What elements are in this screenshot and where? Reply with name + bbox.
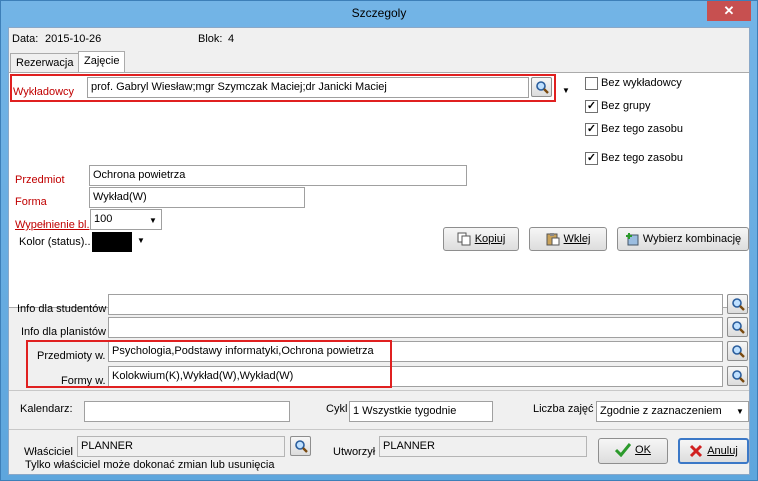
bez-tego-zasobu-2-checkbox[interactable]: ✓ bbox=[585, 152, 598, 165]
wybierz-kombinacje-button[interactable]: Wybierz kombinację bbox=[617, 227, 749, 251]
przedmioty-lookup-button[interactable] bbox=[727, 341, 748, 361]
tab-rezerwacja[interactable]: Rezerwacja bbox=[10, 53, 80, 73]
info-planistow-lookup-button[interactable] bbox=[727, 317, 748, 337]
liczba-zajec-select[interactable]: Zgodnie z zaznaczeniem bbox=[596, 401, 749, 422]
wlasciciel-lookup-button[interactable] bbox=[290, 436, 311, 456]
bez-grupy-label: Bez grupy bbox=[601, 100, 651, 112]
forma-field[interactable]: Wykład(W) bbox=[89, 187, 305, 208]
bez-wykladowcy-checkbox[interactable] bbox=[585, 77, 598, 90]
bez-tego-zasobu-label: Bez tego zasobu bbox=[601, 123, 683, 135]
kalendarz-label: Kalendarz: bbox=[20, 403, 73, 415]
cykl-field[interactable]: 1 Wszystkie tygodnie bbox=[349, 401, 493, 422]
wklej-label: Wklej bbox=[563, 233, 591, 245]
magnifier-icon bbox=[732, 321, 745, 334]
formy-lookup-button[interactable] bbox=[727, 366, 748, 386]
dialog-window: Szczegoly ✕ Data: 2015-10-26 Blok: 4 Rez… bbox=[0, 0, 758, 481]
ok-button[interactable]: OK bbox=[598, 438, 668, 464]
dialog-body: Data: 2015-10-26 Blok: 4 Rezerwacja Zaję… bbox=[8, 27, 750, 475]
chevron-down-icon[interactable]: ▼ bbox=[562, 86, 570, 95]
wlasciciel-field[interactable]: PLANNER bbox=[77, 436, 285, 457]
check-icon: ✓ bbox=[586, 100, 597, 112]
tab-panel-zajecie: Wykładowcy prof. Gabryl Wiesław;mgr Szym… bbox=[9, 72, 749, 308]
kopiuj-button[interactable]: Kopiuj bbox=[443, 227, 519, 251]
magnifier-icon bbox=[732, 298, 745, 311]
title-bar: Szczegoly ✕ bbox=[1, 1, 757, 27]
magnifier-icon bbox=[295, 440, 308, 453]
wlasciciel-label: Właściciel bbox=[24, 446, 73, 458]
anuluj-button[interactable]: Anuluj bbox=[678, 438, 749, 464]
divider bbox=[9, 390, 749, 391]
data-label: Data: bbox=[12, 33, 39, 45]
bez-tego-zasobu-2-label: Bez tego zasobu bbox=[601, 152, 683, 164]
copy-icon bbox=[457, 232, 471, 246]
bez-wykladowcy-label: Bez wykładowcy bbox=[601, 77, 682, 89]
przedmiot-label: Przedmiot bbox=[15, 174, 65, 186]
wykladowcy-highlight bbox=[10, 74, 556, 102]
info-studentow-lookup-button[interactable] bbox=[727, 294, 748, 314]
przedmioty-formy-highlight bbox=[26, 340, 392, 388]
kalendarz-field[interactable] bbox=[84, 401, 290, 422]
tab-zajecie[interactable]: Zajęcie bbox=[78, 51, 126, 73]
info-studentow-label: Info dla studentów bbox=[17, 303, 107, 315]
utworzyl-label: Utworzył bbox=[333, 446, 376, 458]
magnifier-icon bbox=[732, 370, 745, 383]
chevron-down-icon[interactable]: ▼ bbox=[736, 407, 744, 416]
check-icon: ✓ bbox=[586, 152, 597, 164]
cancel-x-icon bbox=[690, 445, 703, 458]
ownership-note: Tylko właściciel może dokonać zmian lub … bbox=[25, 459, 275, 471]
blok-label: Blok: bbox=[198, 33, 223, 45]
wybierz-kombinacje-label: Wybierz kombinację bbox=[642, 233, 742, 245]
kolor-label: Kolor (status).. bbox=[19, 236, 91, 248]
kolor-swatch[interactable] bbox=[92, 232, 132, 252]
divider bbox=[9, 429, 749, 430]
bez-grupy-checkbox[interactable]: ✓ bbox=[585, 100, 598, 113]
ok-label: OK bbox=[635, 444, 651, 456]
info-planistow-field[interactable] bbox=[108, 317, 723, 338]
info-planistow-label: Info dla planistów bbox=[21, 326, 106, 338]
kopiuj-label: Kopiuj bbox=[474, 233, 506, 245]
blok-value: 4 bbox=[228, 33, 235, 45]
info-studentow-field[interactable] bbox=[108, 294, 723, 315]
przedmiot-field[interactable]: Ochrona powietrza bbox=[89, 165, 467, 186]
check-icon: ✓ bbox=[586, 123, 597, 135]
close-button[interactable]: ✕ bbox=[707, 1, 751, 21]
magnifier-icon bbox=[732, 345, 745, 358]
window-title: Szczegoly bbox=[351, 6, 407, 20]
data-value: 2015-10-26 bbox=[45, 33, 102, 45]
utworzyl-field: PLANNER bbox=[379, 436, 587, 457]
wklej-button[interactable]: Wklej bbox=[529, 227, 607, 251]
bez-tego-zasobu-checkbox[interactable]: ✓ bbox=[585, 123, 598, 136]
checkmark-icon bbox=[615, 443, 632, 458]
chevron-down-icon[interactable]: ▼ bbox=[137, 236, 145, 245]
add-combination-icon bbox=[625, 233, 639, 246]
chevron-down-icon[interactable]: ▼ bbox=[149, 216, 157, 225]
liczba-zajec-label: Liczba zajęć bbox=[533, 403, 594, 415]
wypelnienie-label: Wypełnienie bl. bbox=[15, 219, 90, 231]
cykl-label: Cykl bbox=[326, 403, 348, 415]
paste-icon bbox=[546, 233, 560, 246]
forma-label: Forma bbox=[15, 196, 47, 208]
anuluj-label: Anuluj bbox=[707, 445, 738, 457]
